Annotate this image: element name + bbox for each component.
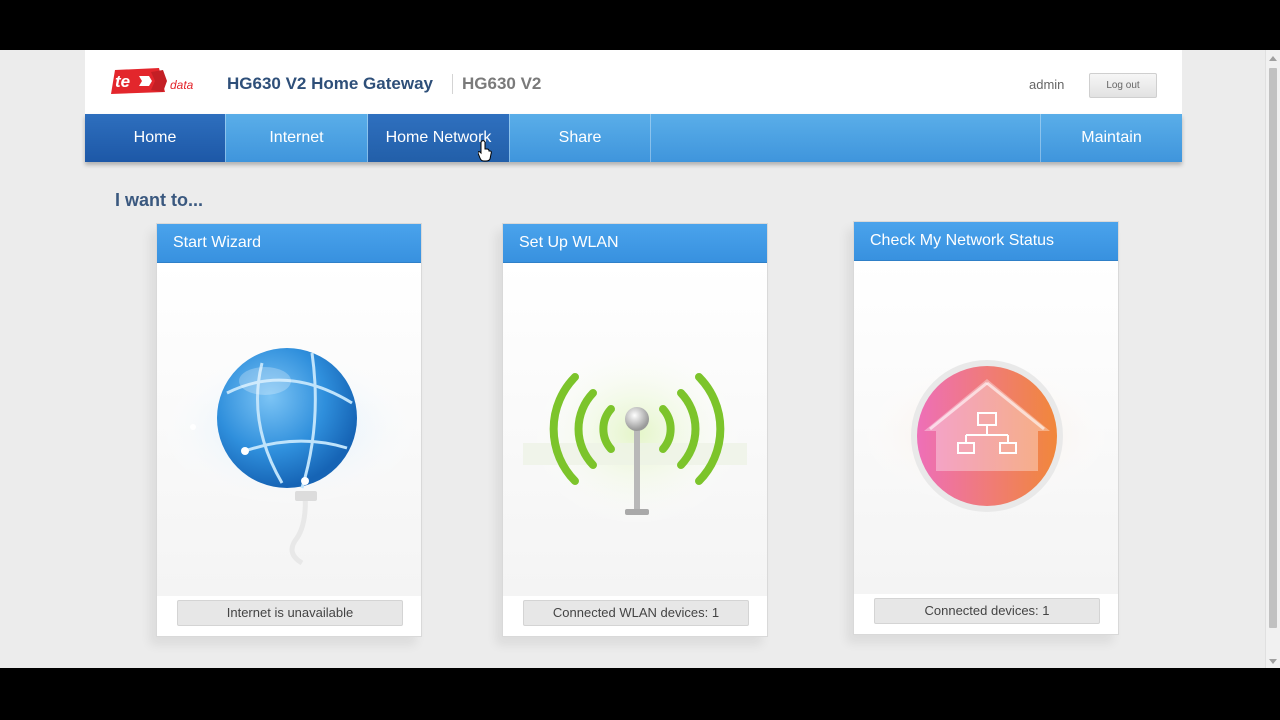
card-title: Start Wizard bbox=[157, 224, 421, 263]
section-heading: I want to... bbox=[115, 190, 203, 210]
home-network-icon bbox=[856, 358, 1116, 512]
card-title: Check My Network Status bbox=[854, 222, 1118, 261]
nav-maintain[interactable]: Maintain bbox=[1041, 114, 1182, 162]
title-divider bbox=[452, 74, 453, 94]
card-check-network-status[interactable]: Check My Network Status Connected device… bbox=[853, 221, 1119, 635]
globe-icon bbox=[157, 348, 421, 566]
model-name: HG630 V2 bbox=[462, 74, 542, 93]
te-data-logo[interactable]: te data bbox=[107, 64, 203, 98]
current-user: admin bbox=[1029, 77, 1065, 92]
header: te data HG630 V2 Home Gateway HG630 V2 a… bbox=[85, 50, 1182, 114]
card-set-up-wlan[interactable]: Set Up WLAN Connected WLAN devices: 1 bbox=[502, 223, 768, 637]
wifi-antenna-icon bbox=[523, 338, 747, 528]
vertical-scrollbar[interactable] bbox=[1265, 50, 1280, 668]
nav-share[interactable]: Share bbox=[510, 114, 650, 162]
svg-text:te: te bbox=[115, 72, 130, 91]
svg-text:data: data bbox=[170, 78, 194, 92]
nav-divider bbox=[650, 114, 651, 162]
wlan-devices-status: Connected WLAN devices: 1 bbox=[523, 600, 749, 626]
scroll-thumb[interactable] bbox=[1269, 68, 1277, 628]
card-body bbox=[854, 261, 1118, 594]
scroll-up-arrow-icon[interactable] bbox=[1269, 56, 1277, 61]
mouse-pointer-icon bbox=[478, 140, 492, 162]
main-nav: Home Internet Home Network Share Maintai… bbox=[85, 114, 1182, 162]
nav-home[interactable]: Home bbox=[85, 114, 225, 162]
scroll-down-arrow-icon[interactable] bbox=[1269, 659, 1277, 664]
card-body bbox=[503, 263, 767, 596]
connected-devices-status: Connected devices: 1 bbox=[874, 598, 1100, 624]
card-start-wizard[interactable]: Start Wizard Internet is unavailable bbox=[156, 223, 422, 637]
internet-status: Internet is unavailable bbox=[177, 600, 403, 626]
browser-viewport: te data HG630 V2 Home Gateway HG630 V2 a… bbox=[0, 50, 1280, 668]
gateway-title: HG630 V2 Home Gateway bbox=[227, 74, 433, 93]
logout-button[interactable]: Log out bbox=[1089, 73, 1157, 98]
nav-internet[interactable]: Internet bbox=[226, 114, 367, 162]
router-admin-page: te data HG630 V2 Home Gateway HG630 V2 a… bbox=[85, 50, 1182, 668]
card-body bbox=[157, 263, 421, 596]
card-title: Set Up WLAN bbox=[503, 224, 767, 263]
